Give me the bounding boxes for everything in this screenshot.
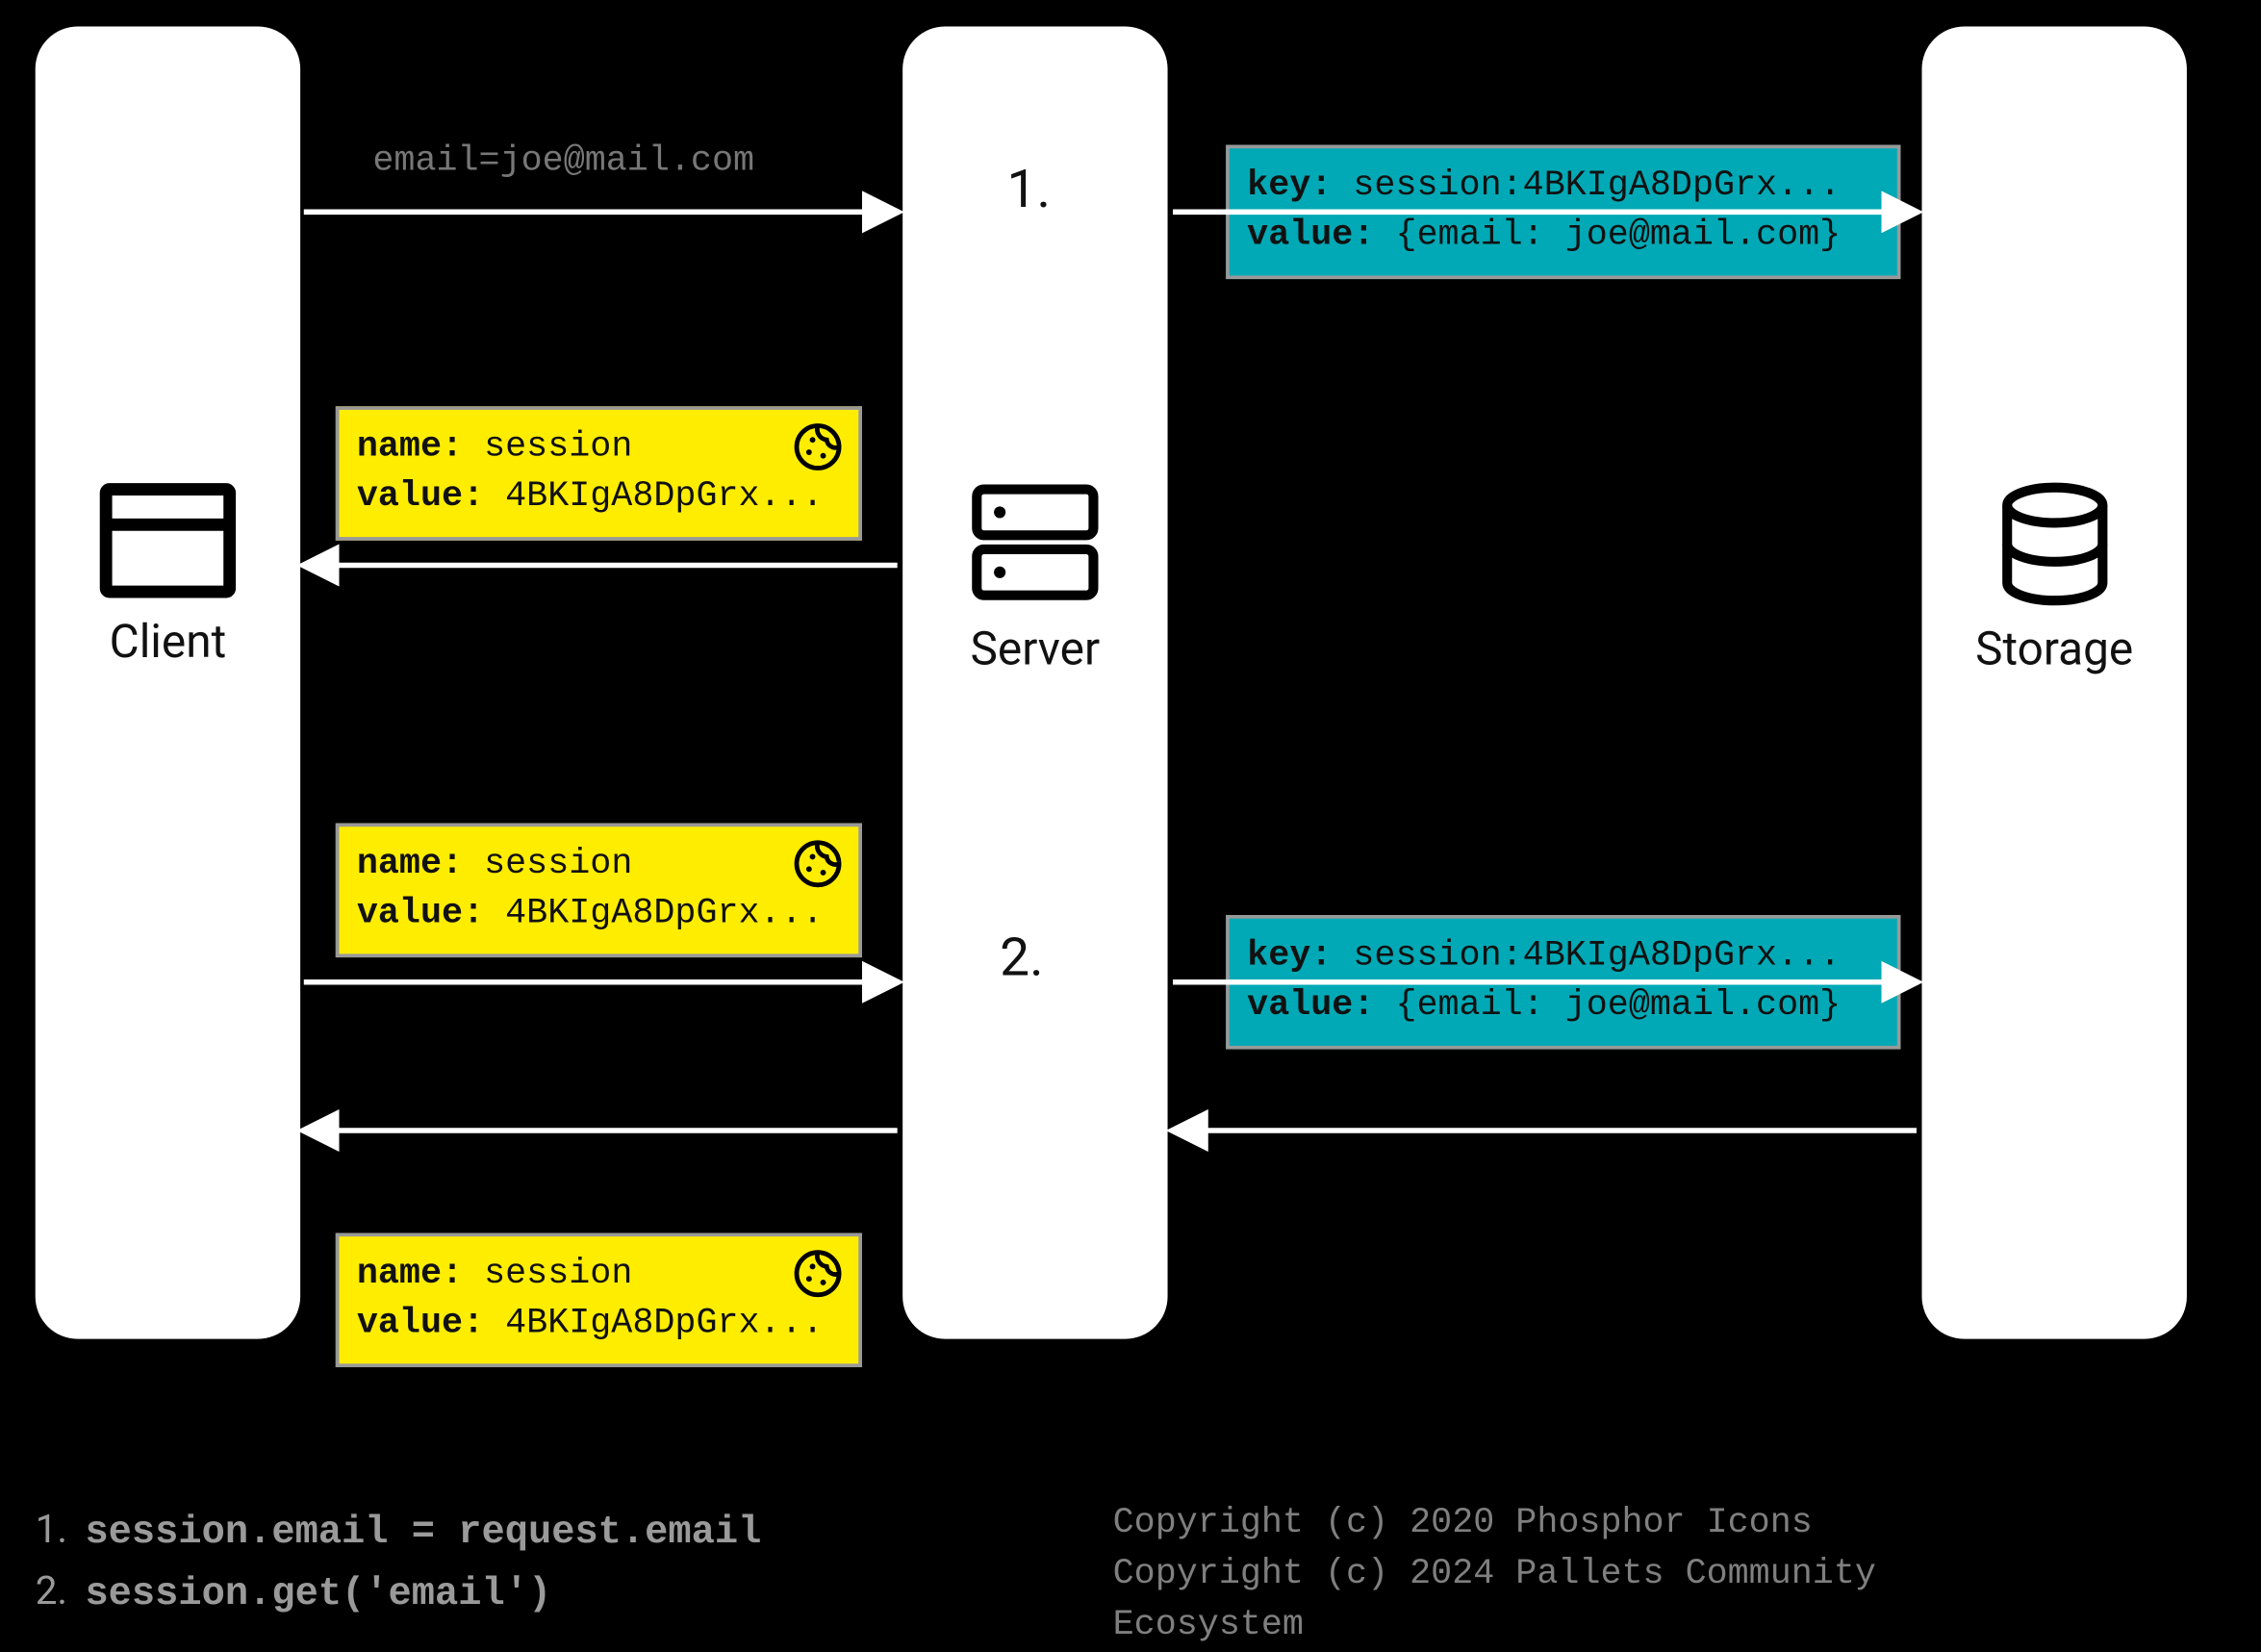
cookie-box-3: name: session value: 4BKIgA8DpGrx... (336, 1233, 862, 1367)
step-marker-2: 2. (1000, 928, 1043, 989)
cookie-icon (792, 1247, 845, 1317)
database-icon (1997, 482, 2111, 606)
storage-icon-wrap: Storage (1975, 482, 2133, 676)
cookie-icon (792, 837, 845, 907)
server-label: Server (970, 623, 1101, 676)
client-label: Client (99, 617, 237, 670)
storage-label: Storage (1975, 623, 2133, 676)
storage-pillar: Storage (1922, 27, 2187, 1339)
copyright: Copyright (c) 2020 Phosphor Icons Copyri… (1113, 1498, 1943, 1652)
server-icon (970, 482, 1101, 606)
cookie-box-2: name: session value: 4BKIgA8DpGrx... (336, 824, 862, 958)
server-pillar: Server (902, 27, 1167, 1339)
footer-step-2: 2. session.get('email') (36, 1563, 762, 1625)
client-pillar: Client (36, 27, 300, 1339)
footer-step-1: 1. session.email = request.email (36, 1502, 762, 1563)
cookie-icon (792, 420, 845, 491)
server-icon-wrap: Server (970, 482, 1101, 676)
step-marker-1: 1. (1006, 159, 1050, 220)
request-payload-text: email=joe@mail.com (372, 141, 754, 182)
browser-icon (99, 482, 237, 598)
cookie-box-1: name: session value: 4BKIgA8DpGrx... (336, 406, 862, 541)
storage-box-2: key: session:4BKIgA8DpGrx... value: {ema… (1226, 915, 1900, 1050)
client-icon-wrap: Client (99, 482, 237, 670)
storage-box-1: key: session:4BKIgA8DpGrx... value: {ema… (1226, 145, 1900, 280)
footer-steps: 1. session.email = request.email 2. sess… (36, 1502, 762, 1626)
diagram-canvas: Client Server Storage email=joe@mail.com… (0, 0, 2261, 1636)
